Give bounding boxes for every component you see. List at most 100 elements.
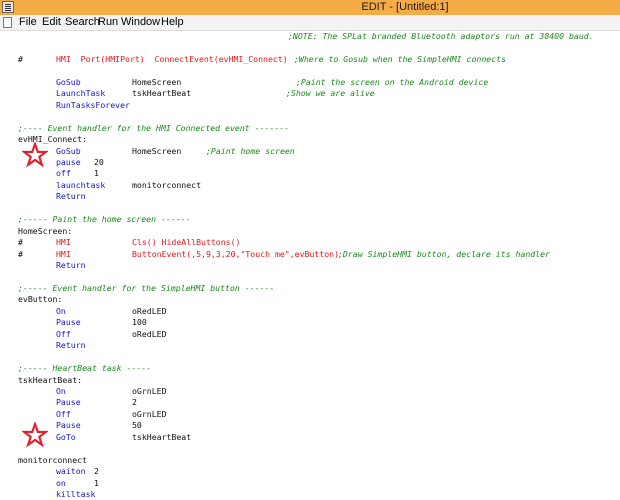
code-line: on 1 [0,478,620,489]
code-token: ;NOTE: The SPLat branded Bluetooth adapt… [288,31,594,41]
code-token: GoSub [56,76,81,87]
code-token: ButtonEvent(,5,9,3,20,"Touch me",evButto… [132,248,340,259]
code-line: killtask [0,489,620,500]
code-token: 1 [94,168,99,179]
menu-search[interactable]: Search [65,16,100,28]
code-token: Pause [56,317,81,328]
code-line: evButton: [0,294,620,305]
code-line: RunTasksForever [0,100,620,111]
menu-window[interactable]: Window [121,16,160,28]
code-token: HomeScreen: [18,225,73,236]
menu-edit[interactable]: Edit [42,16,61,28]
code-token: ;----- Paint the home screen ------ [18,214,191,225]
code-token: tskHeartBeat [132,431,192,442]
code-token: monitorconnect [132,179,202,190]
code-token: LaunchTask [56,88,106,99]
code-token: ;Paint the screen on the Android device [296,76,489,87]
code-token: Off [56,408,71,419]
code-line: # HMI Port(HMIPort) ConnectEvent(evHMI_Co… [0,54,620,65]
code-token: ;Show we are alive [286,88,375,99]
code-token: HomeScreen [132,145,182,156]
code-line: monitorconnect [0,455,620,466]
menu-file[interactable]: File [19,16,37,28]
code-token: ;---- Event handler for the HMI Connecte… [18,122,290,133]
code-token: ;Where to Gosub when the SimpleHMI conne… [294,53,506,64]
code-token: 100 [132,317,147,328]
code-token: HomeScreen [132,76,182,87]
code-line: GoSub HomeScreen ;Paint the screen on the … [0,77,620,88]
star-annotation-icon [22,142,48,168]
document-icon[interactable] [3,17,12,28]
code-token: launchtask [56,179,106,190]
code-line: launchtask monitorconnect [0,180,620,191]
code-token: Cls() HideAllButtons() [132,237,241,248]
code-line: GoSub HomeScreen ;Paint home screen [0,146,620,157]
code-line: waiton 2 [0,466,620,477]
code-line: GoTo tskHeartBeat [0,432,620,443]
code-line: Pause 100 [0,317,620,328]
code-token: ;Paint home screen [206,145,295,156]
code-token: # [18,237,23,248]
code-line: ;---- Event handler for the HMI Connecte… [0,123,620,134]
code-token: off [56,168,71,179]
code-token: # [18,53,23,64]
code-line: Return [0,340,620,351]
menu-bar: File Edit Search Run Window Help [0,15,620,31]
code-token: oGrnLED [132,385,167,396]
code-token: oRedLED [132,328,167,339]
code-token: on [56,477,66,488]
code-token: tskHeartBeat: [18,374,83,385]
code-line: Pause 2 [0,397,620,408]
code-token: HMI [56,237,71,248]
code-line: pause 20 [0,157,620,168]
title-bar: EDIT - [Untitled:1] [0,0,620,16]
code-token: Off [56,328,71,339]
code-token: Return [56,260,86,270]
code-line: Off oGrnLED [0,409,620,420]
code-line: Return [0,191,620,202]
code-line: ;----- Event handler for the SimpleHMI b… [0,283,620,294]
code-token: 20 [94,156,104,167]
star-annotation-icon [22,422,48,448]
code-token: pause [56,156,81,167]
code-token: GoTo [56,431,76,442]
code-line: ;----- Paint the home screen ------ [0,214,620,225]
code-token: RunTasksForever [56,99,130,110]
code-line: tskHeartBeat: [0,375,620,386]
code-line: # HMI ButtonEvent(,5,9,3,20,"Touch me",evB… [0,249,620,260]
code-token: oGrnLED [132,408,167,419]
code-line: On oGrnLED [0,386,620,397]
code-token: tskHeartBeat [132,88,192,99]
code-token: killtask [56,489,96,499]
code-token: Return [56,191,86,202]
code-editor[interactable]: killtask on 1 waiton 2 monitorconnect GoTo tskH… [0,31,620,499]
code-token: ;----- Event handler for the SimpleHMI b… [18,282,275,293]
code-token: Pause [56,420,81,431]
window-title: EDIT - [Untitled:1] [361,1,449,13]
code-token: Pause [56,397,81,408]
code-token: HMI Port(HMIPort) ConnectEvent(evHMI_Con… [56,53,288,64]
code-token: # [18,248,23,259]
code-token: 50 [132,420,142,431]
code-token: ;----- HeartBeat task ----- [18,363,152,374]
code-token: 2 [132,397,137,408]
code-token: monitorconnect [18,454,88,465]
code-token: On [56,305,66,316]
menu-run[interactable]: Run [98,16,118,28]
code-token: On [56,385,66,396]
menu-help[interactable]: Help [161,16,184,28]
code-line: evHMI_Connect: [0,134,620,145]
code-token: ;Draw SimpleHMI button, declare its hand… [338,248,550,259]
code-token: 1 [94,477,99,488]
code-token: oRedLED [132,305,167,316]
code-line: LaunchTask tskHeartBeat ;Show we are alive [0,88,620,99]
code-line: ;NOTE: The SPLat branded Bluetooth adapt… [0,31,620,42]
code-line: Pause 50 [0,420,620,431]
